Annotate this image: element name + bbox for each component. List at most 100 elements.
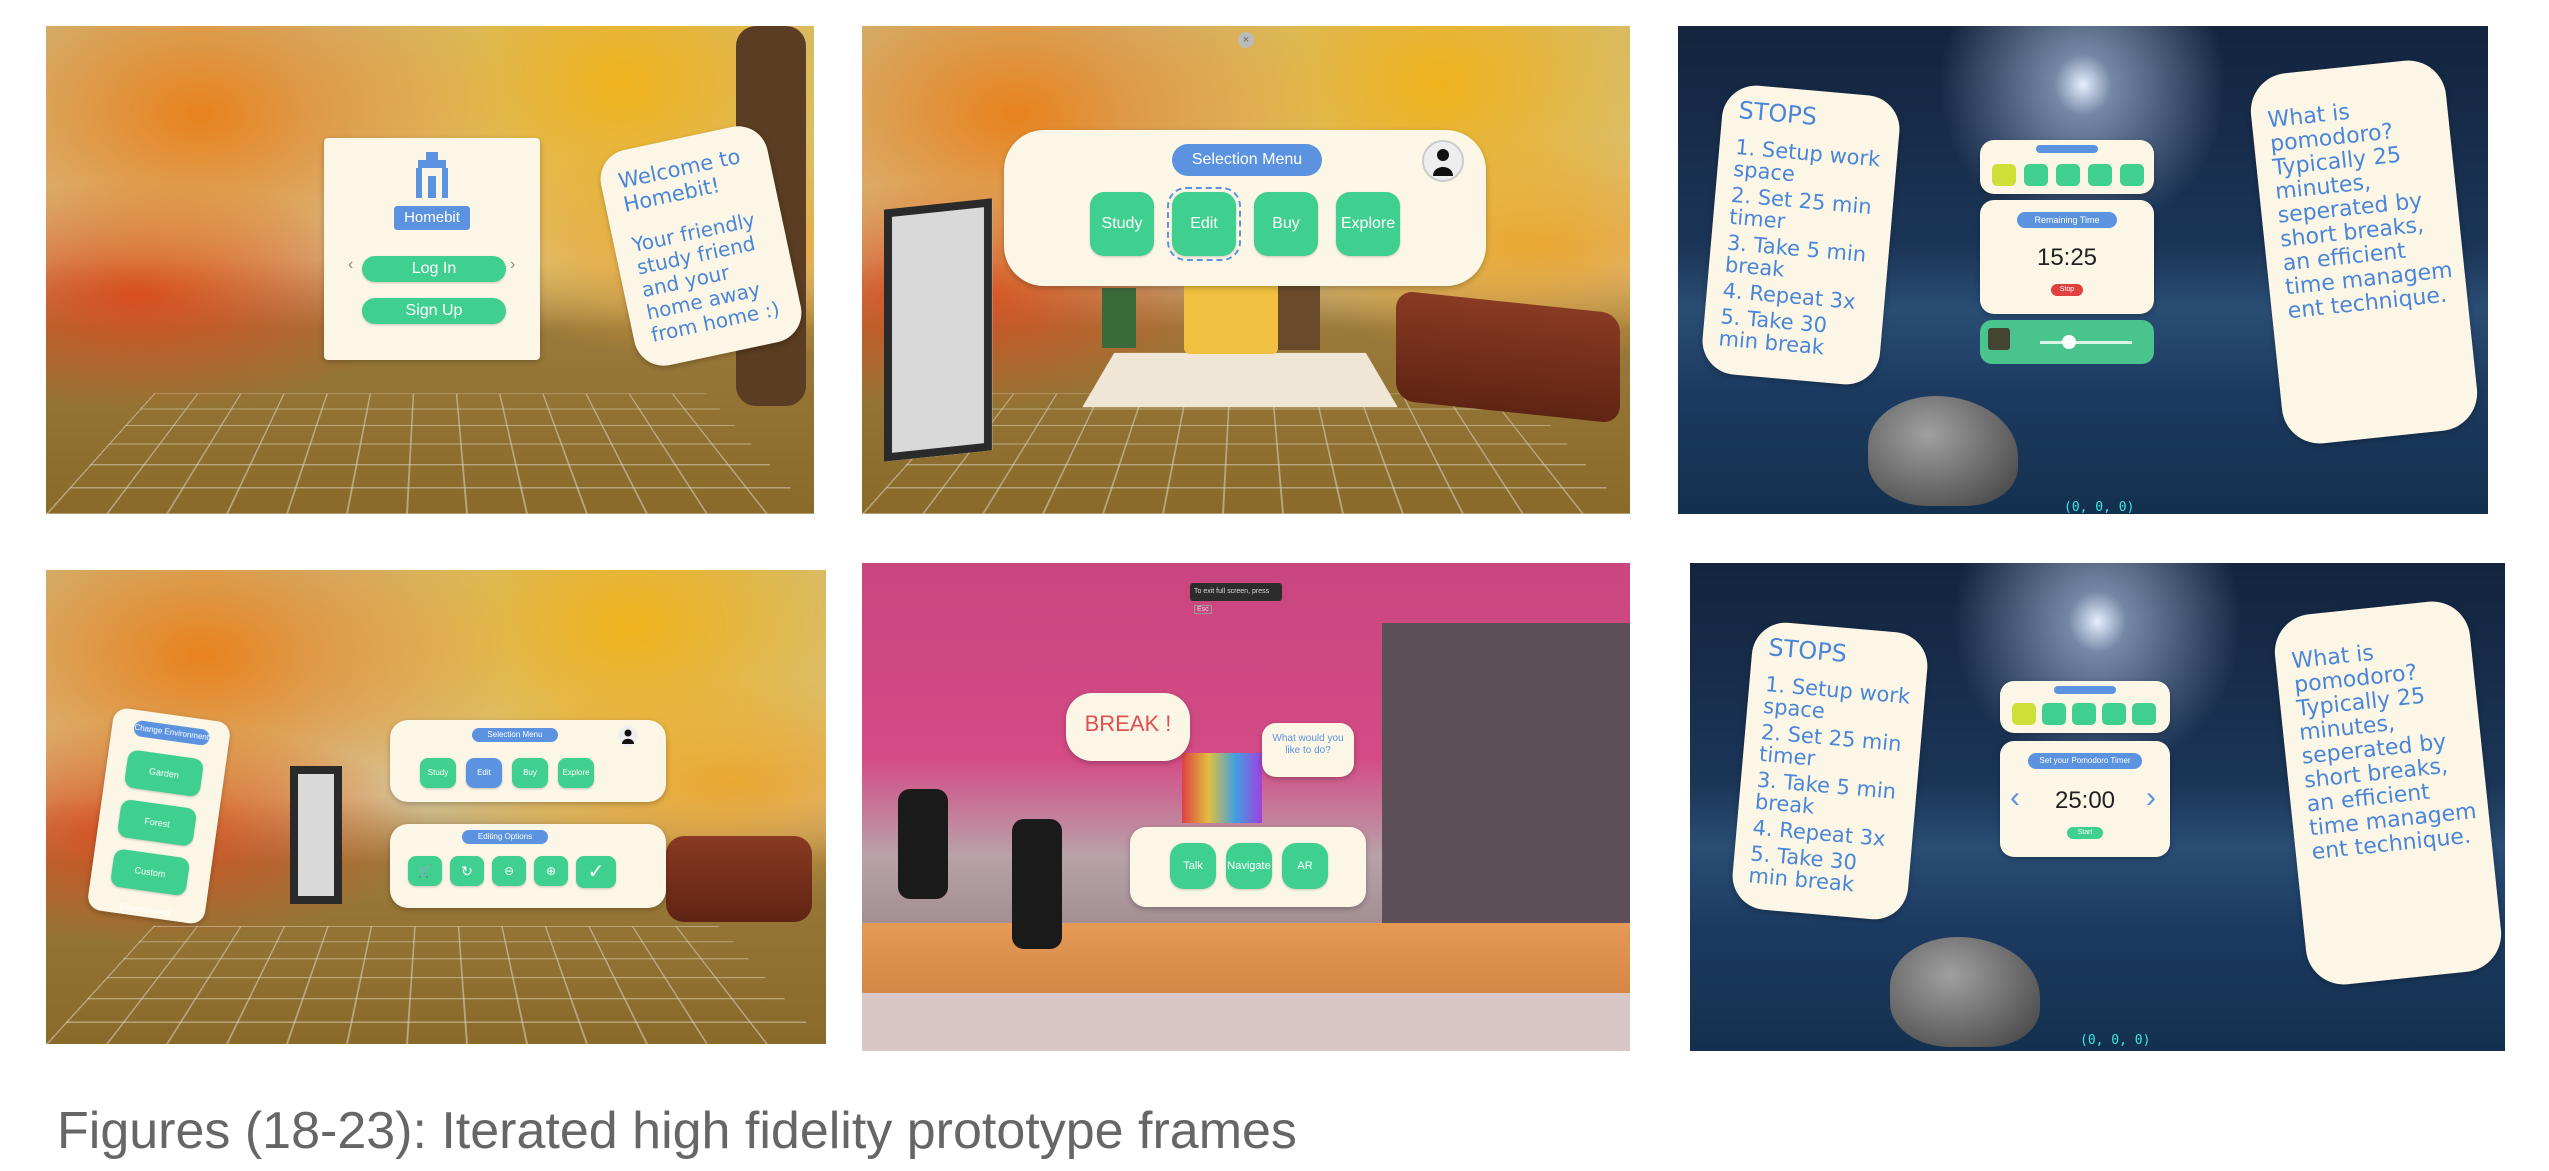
step-5: 5. Take 30 min break xyxy=(1747,841,1858,897)
study-button[interactable]: Study xyxy=(420,758,456,788)
remaining-label: Remaining Time xyxy=(2017,212,2117,228)
hint-key: Esc xyxy=(1194,605,1212,614)
step-5: 5. Take 30 min break xyxy=(1717,304,1828,360)
frame-editing: Change Environment Garden Environment Fo… xyxy=(46,570,826,1044)
chevron-left-icon[interactable]: ‹ xyxy=(348,256,353,274)
character-2 xyxy=(1012,819,1062,949)
sofa xyxy=(666,836,812,922)
rotate-icon[interactable]: ↻ xyxy=(450,856,484,886)
close-icon[interactable]: × xyxy=(1238,32,1254,48)
explore-button[interactable]: Explore xyxy=(558,758,594,788)
frame-pomodoro-set: STOPS 1. Setup work space 2. Set 25 min … xyxy=(1690,563,2505,1051)
selection-card: Selection Menu Study Edit Buy Explore xyxy=(1004,130,1486,286)
selection-menu-title: Selection Menu xyxy=(1172,144,1322,176)
avatar-icon[interactable] xyxy=(1422,140,1464,182)
mini-menu-title xyxy=(2054,686,2116,694)
frame-pomodoro-running: STOPS 1. Setup work space 2. Set 25 min … xyxy=(1678,26,2488,514)
door xyxy=(884,198,992,462)
timer-card: Remaining Time 15:25 Stop xyxy=(1980,200,2154,314)
mini-buy-button[interactable] xyxy=(2072,703,2096,725)
start-button[interactable]: Start xyxy=(2067,827,2103,839)
selection-card: Selection Menu Study Edit Buy Explore xyxy=(390,720,666,802)
timer-display: 15:25 xyxy=(2036,244,2098,271)
cart-icon[interactable]: 🛒 xyxy=(408,856,442,886)
album-art xyxy=(1988,328,2010,350)
room-rug xyxy=(1082,352,1398,408)
explore-button[interactable]: Explore xyxy=(1336,192,1400,256)
mini-study-button[interactable] xyxy=(1992,164,2016,186)
info-text: What is pomodoro? Typically 25 minutes, … xyxy=(2290,640,2478,866)
editing-card: Editing Options 🛒 ↻ ⊖ ⊕ ✓ xyxy=(390,824,666,908)
environment-card: Change Environment Garden Environment Fo… xyxy=(86,706,232,926)
steps-card: STOPS 1. Setup work space 2. Set 25 min … xyxy=(1729,619,1931,923)
edit-button[interactable]: Edit xyxy=(1167,187,1241,261)
grid-floor xyxy=(46,393,814,514)
chevron-right-icon[interactable]: › xyxy=(510,256,515,274)
study-button[interactable]: Study xyxy=(1090,192,1154,256)
question-bubble: What would you like to do? xyxy=(1262,723,1354,777)
coords-readout: (0, 0, 0) xyxy=(2064,500,2135,514)
frame-break: To exit full screen, press Esc BREAK ! W… xyxy=(862,563,1630,1051)
navigate-button[interactable]: Navigate xyxy=(1226,843,1272,889)
ar-button[interactable]: AR xyxy=(1282,843,1328,889)
zoom-out-icon[interactable]: ⊖ xyxy=(492,856,526,886)
coords-readout: (0, 0, 0) xyxy=(2080,1033,2151,1048)
homebit-logo-icon xyxy=(412,152,452,198)
frame-login: Homebit ‹ Log In › Sign Up Welcome to Ho… xyxy=(46,26,814,514)
forest-environment-button[interactable]: Forest Environment xyxy=(116,798,198,869)
character-1 xyxy=(898,789,948,899)
signup-button[interactable]: Sign Up xyxy=(362,298,506,324)
frame-selection: Selection Menu Study Edit Buy Explore × xyxy=(862,26,1630,514)
mini-menu-card xyxy=(1980,140,2154,194)
mini-edit-button[interactable] xyxy=(2024,164,2048,186)
grid-floor xyxy=(46,925,826,1044)
steps-title: STOPS xyxy=(1737,96,1819,131)
buy-button[interactable]: Buy xyxy=(512,758,548,788)
login-card: Homebit ‹ Log In › Sign Up xyxy=(324,138,540,360)
mini-menu-title xyxy=(2036,145,2098,153)
avatar-icon[interactable] xyxy=(618,726,638,746)
mini-menu-card xyxy=(2000,681,2170,733)
info-card: What is pomodoro? Typically 25 minutes, … xyxy=(2271,597,2505,989)
break-bubble: BREAK ! xyxy=(1066,693,1190,761)
shelf xyxy=(1278,282,1320,350)
break-label: BREAK ! xyxy=(1084,711,1172,736)
hint-box: To exit full screen, press Esc xyxy=(1190,583,1282,614)
custom-environment-button[interactable]: Custom Environment xyxy=(109,848,191,918)
arcade-machine xyxy=(1102,288,1136,348)
info-text: What is pomodoro? Typically 25 minutes, … xyxy=(2266,99,2454,325)
mini-explore-button[interactable] xyxy=(2088,164,2112,186)
play-icon[interactable] xyxy=(2062,335,2076,349)
welcome-body: Your friendly study friend and your home… xyxy=(629,207,782,347)
set-timer-label: Set your Pomodoro Timer xyxy=(2028,753,2142,769)
info-card: What is pomodoro? Typically 25 minutes, … xyxy=(2247,56,2481,448)
mini-edit-button[interactable] xyxy=(2042,703,2066,725)
mini-study-button[interactable] xyxy=(2012,703,2036,725)
rock xyxy=(1890,937,2040,1047)
login-button[interactable]: Log In xyxy=(362,256,506,282)
hint-text: To exit full screen, press xyxy=(1194,588,1270,595)
stop-button[interactable]: Stop xyxy=(2051,284,2083,296)
edit-button[interactable]: Edit xyxy=(466,758,502,788)
confirm-check-icon[interactable]: ✓ xyxy=(576,856,616,888)
zoom-in-icon[interactable]: ⊕ xyxy=(534,856,568,886)
sofa xyxy=(1396,290,1620,424)
mini-explore-button[interactable] xyxy=(2102,703,2126,725)
mini-extra-button[interactable] xyxy=(2120,164,2144,186)
editing-options-title: Editing Options xyxy=(462,830,548,844)
timer-display: 25:00 xyxy=(2054,787,2116,814)
question-text: What would you like to do? xyxy=(1272,733,1344,756)
change-environment-title: Change Environment xyxy=(132,719,211,747)
talk-button[interactable]: Talk xyxy=(1170,843,1216,889)
mini-buy-button[interactable] xyxy=(2056,164,2080,186)
door xyxy=(290,766,342,904)
steps-title: STOPS xyxy=(1767,633,1848,668)
music-player xyxy=(1980,320,2154,364)
figure-caption: Figures (18-23): Iterated high fidelity … xyxy=(57,1102,1297,1160)
buy-button[interactable]: Buy xyxy=(1254,192,1318,256)
progress-track[interactable] xyxy=(2040,341,2132,344)
mini-extra-button[interactable] xyxy=(2132,703,2156,725)
steps-card: STOPS 1. Setup work space 2. Set 25 min … xyxy=(1699,82,1903,388)
chevron-right-icon[interactable]: › xyxy=(2146,781,2156,815)
garden-environment-button[interactable]: Garden Environment xyxy=(123,749,205,819)
